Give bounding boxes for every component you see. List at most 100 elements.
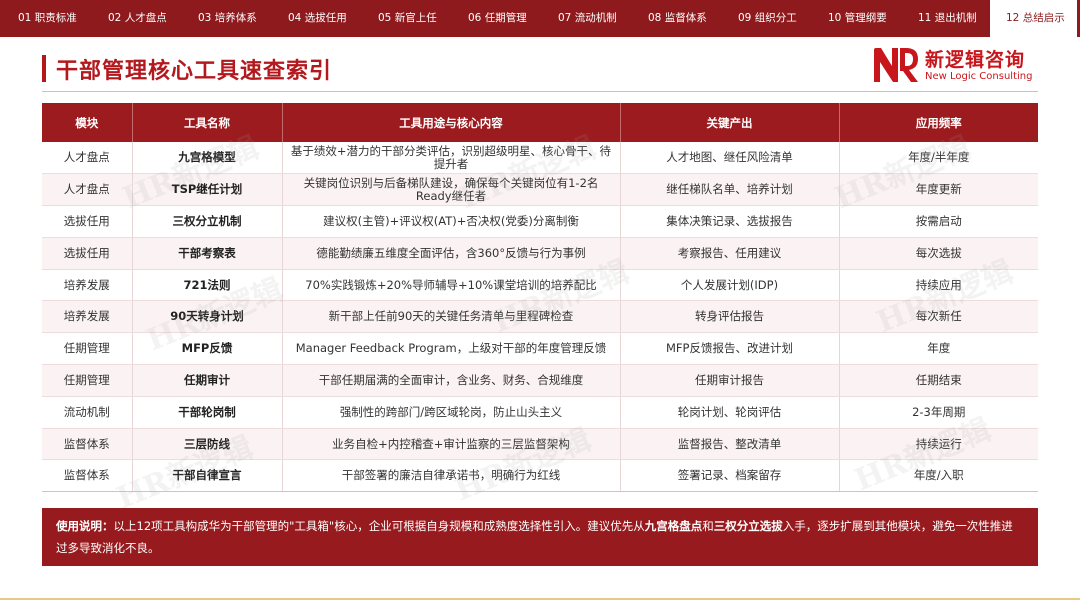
cell-module: 培养发展: [42, 300, 133, 334]
cell-module: 培养发展: [42, 269, 133, 302]
cell-output: 转身评估报告: [620, 300, 840, 334]
usage-note-text: 和: [702, 519, 714, 533]
cell-module: 选拔任用: [42, 237, 133, 270]
tab-11-exit-mechanism[interactable]: 11 退出机制: [900, 0, 990, 37]
cell-output: 轮岗计划、轮岗评估: [620, 396, 840, 429]
cell-frequency: 年度更新: [839, 173, 1038, 207]
cell-frequency: 每次新任: [839, 300, 1038, 334]
cell-output: MFP反馈报告、改进计划: [620, 332, 840, 366]
cell-output: 签署记录、档案留存: [620, 459, 840, 493]
col-header-purpose: 工具用途与核心内容: [282, 103, 621, 142]
cell-frequency: 任期结束: [839, 364, 1038, 397]
cell-purpose: 基于绩效+潜力的干部分类评估，识别超级明星、核心骨干、待提升者: [282, 142, 621, 175]
tab-10-management-outline[interactable]: 10 管理纲要: [810, 0, 900, 37]
tab-05-new-appointment[interactable]: 05 新官上任: [360, 0, 450, 37]
cell-tool-name: 任期审计: [132, 364, 283, 397]
cell-frequency: 持续应用: [839, 269, 1038, 302]
cell-tool-name: 90天转身计划: [132, 300, 283, 334]
cell-module: 任期管理: [42, 364, 133, 397]
cell-tool-name: 三权分立机制: [132, 205, 283, 238]
tab-09-organization[interactable]: 09 组织分工: [720, 0, 810, 37]
cell-purpose: 70%实践锻炼+20%导师辅导+10%课堂培训的培养配比: [282, 269, 621, 302]
col-header-output: 关键产出: [620, 103, 840, 142]
cell-module: 人才盘点: [42, 173, 133, 207]
col-header-tool-name: 工具名称: [132, 103, 283, 142]
table-row: 选拔任用 三权分立机制 建议权(主管)+评议权(AT)+否决权(党委)分离制衡 …: [42, 205, 1038, 238]
page-title: 干部管理核心工具速查索引: [56, 59, 333, 84]
logo-chinese-name: 新逻辑咨询: [925, 49, 1026, 71]
cell-tool-name: 干部轮岗制: [132, 396, 283, 429]
tab-04-selection[interactable]: 04 选拔任用: [270, 0, 360, 37]
cell-purpose: 干部任期届满的全面审计，含业务、财务、合规维度: [282, 364, 621, 397]
cell-purpose: 业务自检+内控稽查+审计监察的三层监督架构: [282, 428, 621, 461]
col-header-module: 模块: [42, 103, 133, 142]
table-row: 人才盘点 九宫格模型 基于绩效+潜力的干部分类评估，识别超级明星、核心骨干、待提…: [42, 142, 1038, 175]
header-divider: [42, 91, 1038, 92]
table-row: 选拔任用 干部考察表 德能勤绩廉五维度全面评估，含360°反馈与行为事例 考察报…: [42, 237, 1038, 270]
cell-module: 监督体系: [42, 428, 133, 461]
table-row: 监督体系 干部自律宣言 干部签署的廉洁自律承诺书，明确行为红线 签署记录、档案留…: [42, 459, 1038, 493]
table-row: 监督体系 三层防线 业务自检+内控稽查+审计监察的三层监督架构 监督报告、整改清…: [42, 428, 1038, 461]
cell-output: 集体决策记录、选拔报告: [620, 205, 840, 238]
tab-08-supervision[interactable]: 08 监督体系: [630, 0, 720, 37]
cell-output: 考察报告、任用建议: [620, 237, 840, 270]
usage-note-highlight: 九宫格盘点: [644, 519, 703, 533]
cell-purpose: 德能勤绩廉五维度全面评估，含360°反馈与行为事例: [282, 237, 621, 270]
cell-frequency: 按需启动: [839, 205, 1038, 238]
table-row: 任期管理 任期审计 干部任期届满的全面审计，含业务、财务、合规维度 任期审计报告…: [42, 364, 1038, 397]
usage-note-box: 使用说明：以上12项工具构成华为干部管理的"工具箱"核心，企业可根据自身规模和成…: [42, 508, 1038, 566]
tab-07-mobility[interactable]: 07 流动机制: [540, 0, 630, 37]
cell-purpose: 干部签署的廉洁自律承诺书，明确行为红线: [282, 459, 621, 493]
cell-module: 人才盘点: [42, 142, 133, 175]
bottom-accent-line: [0, 598, 1080, 600]
tab-01-duty-standard[interactable]: 01 职责标准: [0, 0, 90, 37]
cell-output: 继任梯队名单、培养计划: [620, 173, 840, 207]
cell-tool-name: 721法则: [132, 269, 283, 302]
usage-note-text: 以上12项工具构成华为干部管理的"工具箱"核心，企业可根据自身规模和成熟度选择性…: [113, 519, 645, 533]
tab-03-training-system[interactable]: 03 培养体系: [180, 0, 270, 37]
cell-output: 人才地图、继任风险清单: [620, 142, 840, 175]
cell-frequency: 2-3年周期: [839, 396, 1038, 429]
logo-mark-icon: [874, 48, 918, 82]
cell-tool-name: 干部自律宣言: [132, 459, 283, 493]
cell-module: 监督体系: [42, 459, 133, 493]
cell-purpose: 新干部上任前90天的关键任务清单与里程碑检查: [282, 300, 621, 334]
table-row: 培养发展 90天转身计划 新干部上任前90天的关键任务清单与里程碑检查 转身评估…: [42, 300, 1038, 334]
cell-purpose: 强制性的跨部门/跨区域轮岗，防止山头主义: [282, 396, 621, 429]
cell-purpose: Manager Feedback Program，上级对干部的年度管理反馈: [282, 332, 621, 366]
cell-frequency: 持续运行: [839, 428, 1038, 461]
cell-module: 流动机制: [42, 396, 133, 429]
cell-tool-name: 干部考察表: [132, 237, 283, 270]
cell-module: 选拔任用: [42, 205, 133, 238]
tab-06-term-management[interactable]: 06 任期管理: [450, 0, 540, 37]
table-row: 流动机制 干部轮岗制 强制性的跨部门/跨区域轮岗，防止山头主义 轮岗计划、轮岗评…: [42, 396, 1038, 429]
cell-frequency: 年度/入职: [839, 459, 1038, 493]
top-nav-bar: 01 职责标准 02 人才盘点 03 培养体系 04 选拔任用 05 新官上任 …: [0, 0, 1080, 37]
col-header-frequency: 应用频率: [839, 103, 1038, 142]
cell-tool-name: MFP反馈: [132, 332, 283, 366]
cell-tool-name: TSP继任计划: [132, 173, 283, 207]
cell-output: 监督报告、整改清单: [620, 428, 840, 461]
cell-module: 任期管理: [42, 332, 133, 366]
table-row: 培养发展 721法则 70%实践锻炼+20%导师辅导+10%课堂培训的培养配比 …: [42, 269, 1038, 302]
cell-purpose: 建议权(主管)+评议权(AT)+否决权(党委)分离制衡: [282, 205, 621, 238]
tab-12-summary[interactable]: 12 总结启示: [990, 0, 1077, 37]
cell-output: 任期审计报告: [620, 364, 840, 397]
tab-02-talent-review[interactable]: 02 人才盘点: [90, 0, 180, 37]
cell-tool-name: 三层防线: [132, 428, 283, 461]
cell-tool-name: 九宫格模型: [132, 142, 283, 175]
table-row: 任期管理 MFP反馈 Manager Feedback Program，上级对干…: [42, 332, 1038, 366]
cell-purpose: 关键岗位识别与后备梯队建设，确保每个关键岗位有1-2名Ready继任者: [282, 173, 621, 207]
usage-note-highlight: 三权分立选拔: [713, 519, 783, 533]
usage-note-label: 使用说明：: [56, 519, 114, 533]
tools-index-table: 模块 工具名称 工具用途与核心内容 关键产出 应用频率 人才盘点 九宫格模型 基…: [42, 103, 1038, 493]
title-accent-bar: [42, 55, 46, 82]
logo-english-name: New Logic Consulting: [925, 71, 1033, 82]
cell-frequency: 年度/半年度: [839, 142, 1038, 175]
table-header-row: 模块 工具名称 工具用途与核心内容 关键产出 应用频率: [42, 103, 1038, 142]
cell-output: 个人发展计划(IDP): [620, 269, 840, 302]
cell-frequency: 每次选拔: [839, 237, 1038, 270]
company-logo: 新逻辑咨询 New Logic Consulting: [872, 45, 1042, 89]
cell-frequency: 年度: [839, 332, 1038, 366]
table-row: 人才盘点 TSP继任计划 关键岗位识别与后备梯队建设，确保每个关键岗位有1-2名…: [42, 173, 1038, 207]
